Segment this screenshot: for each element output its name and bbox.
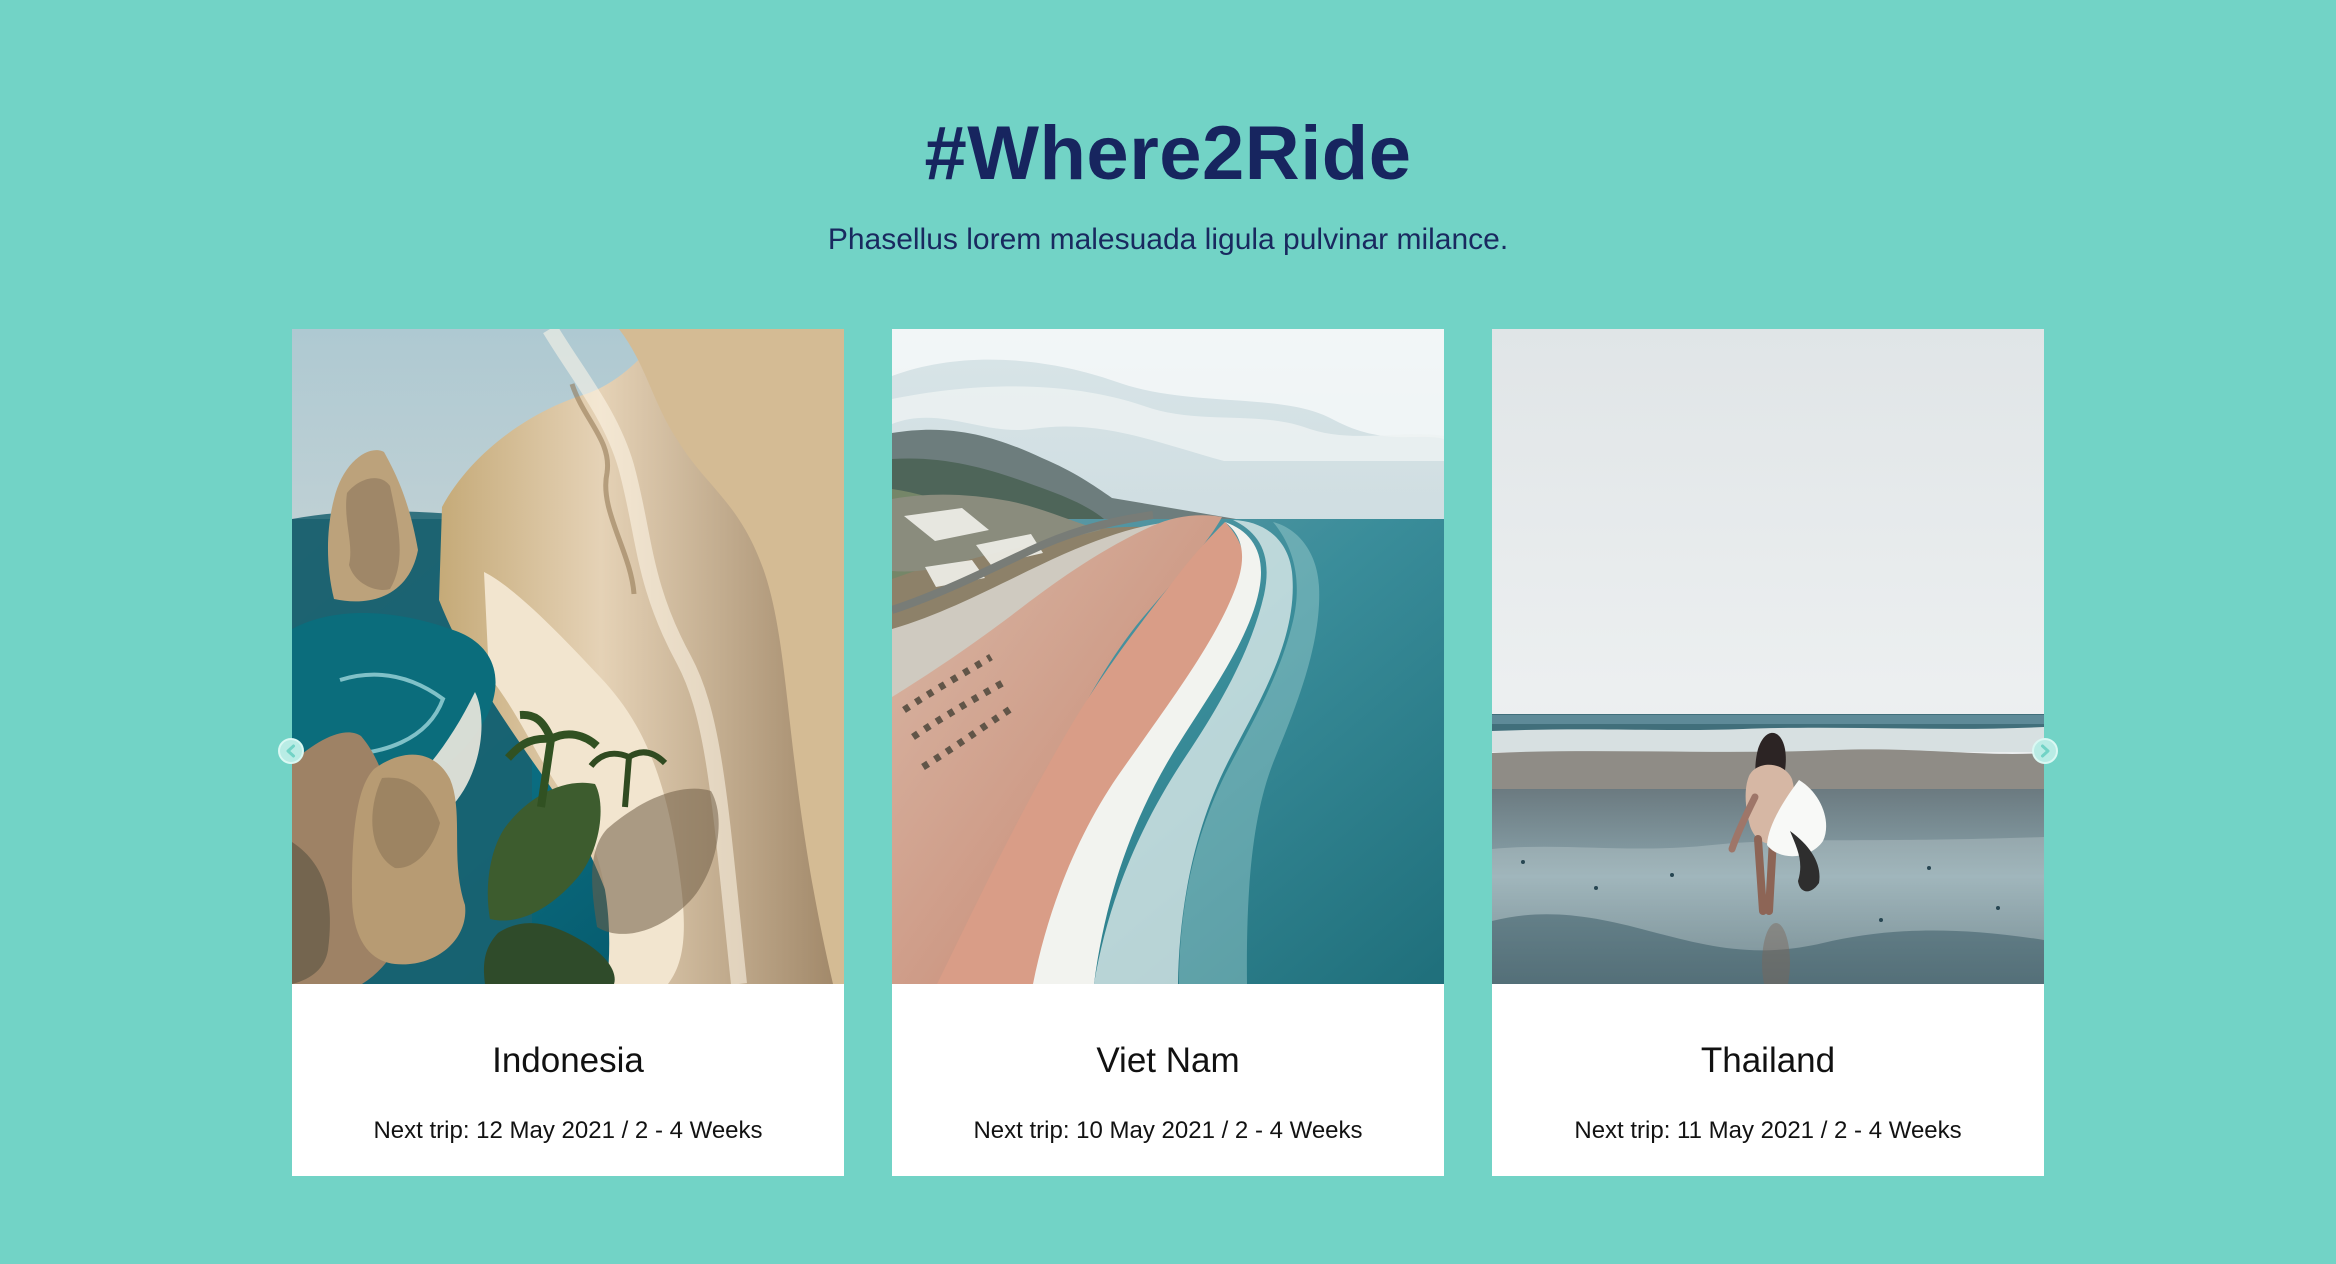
page-subtitle: Phasellus lorem malesuada ligula pulvina… bbox=[827, 223, 1509, 256]
destination-card-indonesia[interactable]: Indonesia Next trip: 12 May 2021 / 2 - 4… bbox=[292, 329, 844, 1176]
previous-slide-button[interactable] bbox=[278, 738, 304, 764]
viet-nam-beach-image bbox=[892, 329, 1444, 984]
destination-name-viet-nam: Viet Nam bbox=[1096, 1041, 1240, 1080]
viet-nam-photo bbox=[892, 329, 1444, 984]
destination-card-thailand[interactable]: Thailand Next trip: 11 May 2021 / 2 - 4 … bbox=[1492, 329, 2044, 1176]
thailand-photo bbox=[1492, 329, 2044, 984]
chevron-left-icon bbox=[286, 744, 295, 758]
next-trip-thailand: Next trip: 11 May 2021 / 2 - 4 Weeks bbox=[1574, 1117, 1962, 1144]
next-trip-viet-nam: Next trip: 10 May 2021 / 2 - 4 Weeks bbox=[973, 1117, 1363, 1144]
chevron-right-icon bbox=[2041, 744, 2050, 758]
destination-name-thailand: Thailand bbox=[1700, 1041, 1836, 1080]
destination-slider: Indonesia Next trip: 12 May 2021 / 2 - 4… bbox=[292, 329, 2044, 1176]
page-title: #Where2Ride bbox=[924, 111, 1412, 196]
next-trip-indonesia: Next trip: 12 May 2021 / 2 - 4 Weeks bbox=[373, 1117, 763, 1144]
indonesia-coastline-image bbox=[292, 329, 844, 984]
where-to-ride-section: #Where2Ride Phasellus lorem malesuada li… bbox=[0, 0, 2336, 1264]
destination-card-viet-nam[interactable]: Viet Nam Next trip: 10 May 2021 / 2 - 4 … bbox=[892, 329, 1444, 1176]
destination-name-indonesia: Indonesia bbox=[492, 1041, 644, 1080]
next-slide-button[interactable] bbox=[2032, 738, 2058, 764]
thailand-surfer-image bbox=[1492, 329, 2044, 984]
indonesia-photo bbox=[292, 329, 844, 984]
